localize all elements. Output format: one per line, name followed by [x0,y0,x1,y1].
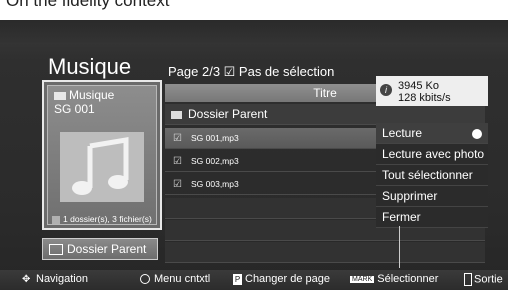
page-button-icon: P [233,273,242,285]
menu-item-lecture-avec-photo[interactable]: Lecture avec photo [376,144,488,165]
thumbnail-folder-text: Musique [69,88,115,102]
file-name: SG 001,mp3 [191,133,239,143]
footer-exit: Sortie [464,273,503,286]
connector-line [399,226,400,268]
empty-row [165,242,485,263]
page-title: Musique [48,54,132,79]
thumbnail-item-name: SG 001 [54,102,95,116]
footer-navigation-label: Navigation [36,273,88,285]
footer-select: MARK Sélectionner [350,273,438,285]
file-size: 3945 Ko [398,80,439,92]
media-browser-screen: Musique Page 2/3 ☑ Pas de sélection Musi… [0,20,508,290]
square-icon [52,215,60,224]
footer-exit-label: Sortie [474,273,503,286]
menu-item-label: Fermer [382,210,421,224]
menu-item-label: Lecture [382,126,423,140]
mark-button-icon: MARK [350,275,375,283]
top-banner: On the fidelity context [0,0,508,20]
radio-selected-icon [472,129,482,139]
parent-folder-button[interactable]: Dossier Parent [42,238,158,260]
parent-row-label: Dossier Parent [188,107,268,121]
footer-menu-label: Menu cntxtl [154,273,211,285]
top-bar [0,20,508,43]
menu-button-icon [140,274,150,285]
footer-bar: ✥ Navigation Menu cntxtl P Changer de page… [0,270,508,290]
thumbnail-count: 1 dossier(s), 3 fichier(s) [52,214,152,224]
footer-select-label: Sélectionner [377,273,439,285]
menu-item-supprimer[interactable]: Supprimer [376,186,488,207]
footer-navigation: ✥ Navigation [22,273,88,285]
menu-item-label: Supprimer [382,189,438,203]
navigation-arrows-icon: ✥ [22,274,31,285]
footer-page-change: P Changer de page [233,273,330,285]
exit-icon [464,273,472,286]
thumbnail-count-text: 1 dossier(s), 3 fichier(s) [63,214,152,224]
file-bitrate: 128 kbits/s [398,92,451,104]
menu-item-label: Lecture avec photo [382,147,485,161]
parent-folder-button-label: Dossier Parent [67,242,147,256]
checkbox-icon[interactable]: ☑ [173,152,183,172]
thumbnail-inner: Musique SG 001 1 dossier(s), 3 fichier(s… [47,85,157,225]
folder-icon [54,91,66,100]
checkbox-icon[interactable]: ☑ [173,175,183,195]
menu-item-tout-selectionner[interactable]: Tout sélectionner [376,165,488,186]
menu-item-label: Tout sélectionner [382,168,473,182]
music-note-icon [60,132,144,202]
file-name: SG 002,mp3 [191,156,239,166]
file-name: SG 003,mp3 [191,179,239,189]
folder-up-icon [171,110,182,119]
info-icon: i [380,84,392,96]
footer-menu: Menu cntxtl [140,273,210,285]
parent-folder-row[interactable]: Dossier Parent [165,104,485,125]
thumbnail-folder-label: Musique [54,88,114,102]
thumbnail-panel: Musique SG 001 1 dossier(s), 3 fichier(s… [42,80,162,230]
checkbox-icon[interactable]: ☑ [173,129,183,149]
folder-up-icon [49,244,63,256]
page-indicator: Page 2/3 ☑ Pas de sélection [168,64,335,79]
menu-item-lecture[interactable]: Lecture [376,123,488,144]
banner-text: On the fidelity context [6,0,170,10]
footer-page-change-label: Changer de page [245,273,331,285]
file-info-box: i 3945 Ko 128 kbits/s [376,76,488,106]
menu-item-fermer[interactable]: Fermer [376,207,488,228]
context-menu: Lecture Lecture avec photo Tout sélectio… [376,123,488,228]
